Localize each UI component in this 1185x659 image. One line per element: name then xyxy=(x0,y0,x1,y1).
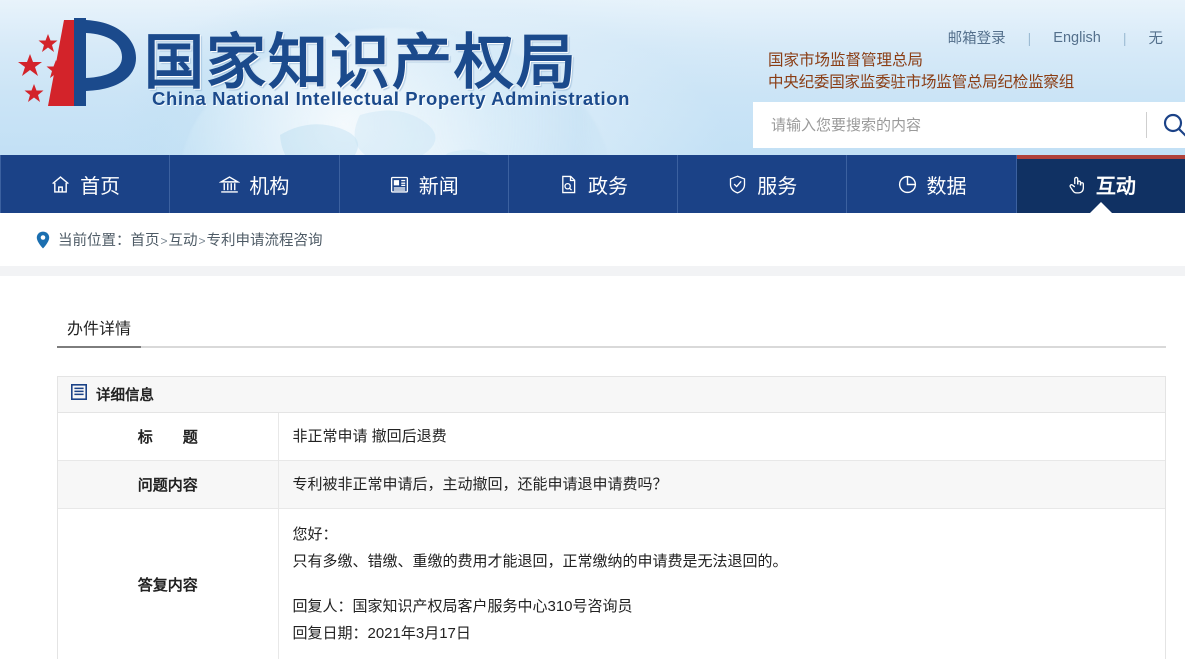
nav-item-data[interactable]: 数据 xyxy=(847,155,1017,213)
nav-item-government-affairs[interactable]: 政务 xyxy=(509,155,679,213)
location-pin-icon xyxy=(36,231,50,249)
table-row: 问题内容 专利被非正常申请后，主动撤回，还能申请退申请费吗？ xyxy=(58,460,1165,509)
row-value-question: 专利被非正常申请后，主动撤回，还能申请退申请费吗？ xyxy=(278,460,1165,509)
row-label-answer: 答复内容 xyxy=(58,508,279,659)
nav-item-service[interactable]: 服务 xyxy=(678,155,848,213)
row-value-answer: 您好： 只有多缴、错缴、重缴的费用才能退回，正常缴纳的申请费是无法退回的。 回复… xyxy=(278,508,1166,659)
breadcrumb-item-interaction[interactable]: 互动 xyxy=(169,233,198,249)
tab-case-detail[interactable]: 办件详情 xyxy=(57,315,142,348)
top-link-mail-login[interactable]: 邮箱登录 xyxy=(926,27,1028,48)
list-document-icon xyxy=(71,384,87,405)
answer-line-greeting: 您好： xyxy=(292,526,338,543)
answer-line-responder: 回复人：国家知识产权局客户服务中心310号咨询员 xyxy=(292,598,633,615)
breadcrumb-separator-2: > xyxy=(198,234,206,248)
pie-chart-icon xyxy=(897,174,918,195)
affiliated-agency-names: 国家市场监督管理总局 中央纪委国家监委驻市场监管总局纪检监察组 xyxy=(768,50,1074,94)
cnipa-emblem-icon xyxy=(18,18,136,106)
search-icon xyxy=(1163,113,1185,137)
main-content: 办件详情 详细信息 标 题 非正常申请 撤回后退费 问题内容 专利被非正常申请后… xyxy=(0,276,1185,659)
nav-item-interaction[interactable]: 互动 xyxy=(1016,155,1185,213)
nav-label-service: 服务 xyxy=(757,175,798,198)
nav-label-news: 新闻 xyxy=(418,175,459,198)
bank-icon xyxy=(219,174,241,195)
row-label-question: 问题内容 xyxy=(58,460,279,509)
document-icon xyxy=(558,174,579,195)
search-button[interactable] xyxy=(1147,102,1185,148)
table-row: 标 题 非正常申请 撤回后退费 xyxy=(58,413,1165,461)
search-input[interactable] xyxy=(753,102,1146,148)
nav-item-home[interactable]: 首页 xyxy=(0,155,171,213)
site-logo[interactable]: 国家知识产权局 China National Intellectual Prop… xyxy=(12,8,652,120)
nav-label-interaction: 互动 xyxy=(1095,175,1136,198)
answer-line-date: 回复日期：2021年3月17日 xyxy=(292,625,471,642)
section-divider-band xyxy=(0,266,1185,276)
top-link-accessibility[interactable]: 无 xyxy=(1127,27,1185,48)
home-icon xyxy=(50,174,71,195)
breadcrumb-item-current: 专利申请流程咨询 xyxy=(206,233,323,249)
top-utility-links: 邮箱登录 | English | 无 xyxy=(926,27,1185,48)
site-header: 国家知识产权局 China National Intellectual Prop… xyxy=(0,0,1185,155)
detail-panel-header: 详细信息 xyxy=(58,377,1165,413)
answer-line-body: 只有多缴、错缴、重缴的费用才能退回，正常缴纳的申请费是无法退回的。 xyxy=(292,553,788,570)
nav-label-home: 首页 xyxy=(80,175,121,198)
breadcrumb-prefix: 当前位置： xyxy=(58,233,131,249)
breadcrumb-separator-1: > xyxy=(160,234,168,248)
nav-active-arrow-indicator xyxy=(1089,202,1112,213)
detail-panel: 详细信息 标 题 非正常申请 撤回后退费 问题内容 专利被非正常申请后，主动撤回… xyxy=(57,376,1166,659)
table-row: 答复内容 您好： 只有多缴、错缴、重缴的费用才能退回，正常缴纳的申请费是无法退回… xyxy=(58,508,1166,659)
detail-panel-title: 详细信息 xyxy=(96,388,154,404)
shield-check-icon xyxy=(727,174,748,195)
answer-line-blank xyxy=(293,575,1166,593)
row-value-title: 非正常申请 撤回后退费 xyxy=(278,413,1165,461)
logo-english-title: China National Intellectual Property Adm… xyxy=(152,88,631,109)
breadcrumb-item-home[interactable]: 首页 xyxy=(131,233,160,249)
detail-tabstrip: 办件详情 xyxy=(57,316,1166,348)
nav-label-government-affairs: 政务 xyxy=(587,175,628,198)
breadcrumb: 当前位置：首页>互动>专利申请流程咨询 xyxy=(58,229,323,250)
agency-line-1: 国家市场监督管理总局 xyxy=(768,52,924,69)
nav-label-organization: 机构 xyxy=(249,175,290,198)
newspaper-icon xyxy=(389,174,410,195)
site-search xyxy=(753,102,1185,148)
primary-navigation: 首页 机构 新闻 政务 服务 数据 互动 xyxy=(0,155,1185,213)
nav-label-data: 数据 xyxy=(926,175,967,198)
detail-table: 标 题 非正常申请 撤回后退费 问题内容 专利被非正常申请后，主动撤回，还能申请… xyxy=(58,413,1165,659)
nav-item-organization[interactable]: 机构 xyxy=(170,155,340,213)
top-link-english[interactable]: English xyxy=(1031,30,1123,46)
agency-line-2: 中央纪委国家监委驻市场监管总局纪检监察组 xyxy=(768,74,1075,91)
breadcrumb-bar: 当前位置：首页>互动>专利申请流程咨询 xyxy=(0,213,1185,266)
nav-item-news[interactable]: 新闻 xyxy=(340,155,509,213)
hand-pointer-icon xyxy=(1066,174,1087,195)
row-label-title: 标 题 xyxy=(58,413,279,461)
